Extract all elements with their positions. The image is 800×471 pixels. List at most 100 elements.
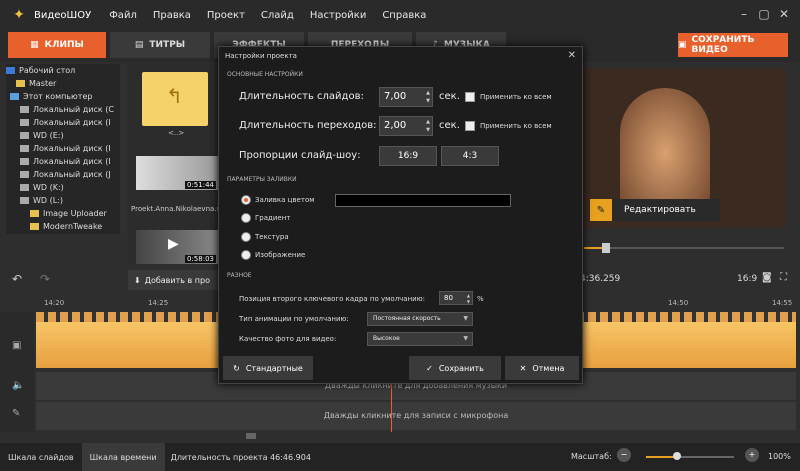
status-bar: Шкала слайдов Шкала времени Длительность… xyxy=(0,443,800,471)
cancel-button[interactable]: ✕ Отмена xyxy=(505,356,579,380)
tree-item[interactable]: WD (L:) xyxy=(6,194,126,207)
tree-item[interactable]: ModernTweake xyxy=(6,220,126,233)
menu-edit[interactable]: Правка xyxy=(153,10,191,21)
spin-arrows-icon[interactable]: ▲ ▼ xyxy=(467,293,470,305)
apply-all-slides-checkbox[interactable] xyxy=(465,92,475,102)
reset-icon: ↻ xyxy=(233,363,240,373)
ratio-16-9-button[interactable]: 16:9 xyxy=(379,146,437,166)
zoom-out-icon[interactable]: − xyxy=(617,448,631,462)
app-window: ✦ ВидеоШОУ Файл Правка Проект Слайд Наст… xyxy=(0,0,800,471)
clips-icon: ▦ xyxy=(30,40,39,50)
tab-time-timeline[interactable]: Шкала времени xyxy=(81,443,165,471)
menu-settings[interactable]: Настройки xyxy=(310,10,366,21)
zoom-slider-fill xyxy=(646,456,676,458)
edit-button[interactable]: ✎ Редактировать xyxy=(590,199,720,221)
maximize-icon[interactable]: ▢ xyxy=(756,7,772,21)
tab-time-timeline-label: Шкала времени xyxy=(89,452,157,462)
mic-track[interactable]: Дважды кликните для записи с микрофона xyxy=(36,402,796,430)
photo-quality-select[interactable]: Высокое ▼ xyxy=(367,332,473,346)
add-to-project-button[interactable]: ⬇ Добавить в про xyxy=(128,270,220,290)
close-icon[interactable]: ✕ xyxy=(776,7,792,21)
tree-item-label: WD (E:) xyxy=(33,131,64,140)
tree-item-label: Локальный диск (J xyxy=(33,170,111,179)
tree-item[interactable]: Локальный диск (C xyxy=(6,103,126,116)
aspect-ratio-label[interactable]: 16:9 xyxy=(737,274,757,284)
menu-project[interactable]: Проект xyxy=(207,10,245,21)
preview-scrub-progress xyxy=(584,247,604,249)
slide-duration-value: 7,00 xyxy=(384,91,407,102)
cancel-label: Отмена xyxy=(532,363,565,373)
fill-color-swatch[interactable] xyxy=(335,194,511,207)
tree-item[interactable]: WD (K:) xyxy=(6,181,126,194)
close-icon: ✕ xyxy=(519,363,527,373)
screenshot-icon[interactable]: ◙ xyxy=(762,272,772,283)
spin-arrows-icon[interactable]: ▲ ▼ xyxy=(426,118,430,134)
keyframe-label: Позиция второго ключевого кадра по умолч… xyxy=(239,295,425,303)
tree-scrollbar[interactable] xyxy=(120,64,126,234)
timeline-scroll-handle[interactable] xyxy=(246,433,256,439)
folder-tree: Рабочий стол Master Этот компьютер Локал… xyxy=(6,64,126,234)
chevron-down-icon: ▼ xyxy=(463,315,468,322)
fill-gradient-label: Градиент xyxy=(255,214,291,222)
check-icon: ✓ xyxy=(426,363,433,373)
ratio-4-3-label: 4:3 xyxy=(462,151,478,161)
menu-slide[interactable]: Слайд xyxy=(261,10,294,21)
ruler-tick: 14:25 xyxy=(148,299,169,307)
video-thumb[interactable]: ▶ 0:58:03 xyxy=(136,230,218,264)
animation-type-select[interactable]: Постоянная скорость ▼ xyxy=(367,312,473,326)
fill-image-radio[interactable] xyxy=(241,250,251,260)
tree-item-label: Локальный диск (I xyxy=(33,157,111,166)
tree-item[interactable]: Локальный диск (I xyxy=(6,116,126,129)
fill-gradient-radio[interactable] xyxy=(241,213,251,223)
save-button[interactable]: ✓ Сохранить xyxy=(409,356,501,380)
redo-icon[interactable]: ↷ xyxy=(40,272,50,286)
video-thumb[interactable]: 0:51:44 xyxy=(136,156,218,190)
tab-clips[interactable]: ▦ КЛИПЫ xyxy=(8,32,106,58)
tree-item-label: Master xyxy=(29,79,57,88)
ratio-16-9-label: 16:9 xyxy=(397,151,419,161)
keyframe-input[interactable]: 80 ▲ ▼ xyxy=(439,291,473,305)
preview-scrub-track[interactable] xyxy=(584,247,784,249)
minimize-icon[interactable]: – xyxy=(736,7,752,21)
transition-duration-input[interactable]: 2,00 ▲ ▼ xyxy=(379,116,433,136)
photo-quality-label: Качество фото для видео: xyxy=(239,335,337,343)
menu-file[interactable]: Файл xyxy=(109,10,137,21)
tree-item[interactable]: Master xyxy=(6,77,126,90)
save-video-button[interactable]: ▣ СОХРАНИТЬ ВИДЕО xyxy=(678,33,788,57)
tree-item[interactable]: Локальный диск (J xyxy=(6,168,126,181)
photo-quality-value: Высокое xyxy=(373,335,400,342)
fill-color-radio[interactable] xyxy=(241,195,251,205)
close-icon[interactable]: ✕ xyxy=(568,50,576,61)
undo-icon[interactable]: ↶ xyxy=(12,272,22,286)
ruler-tick: 14:55 xyxy=(772,299,793,307)
tree-item[interactable]: Image Uploader xyxy=(6,207,126,220)
timecode: 4:36.259 xyxy=(580,274,621,284)
save-video-label: СОХРАНИТЬ ВИДЕО xyxy=(691,35,755,55)
fill-texture-radio[interactable] xyxy=(241,232,251,242)
tree-item-label: Этот компьютер xyxy=(23,92,93,101)
tab-slide-timeline[interactable]: Шкала слайдов xyxy=(0,443,82,471)
download-icon: ⬇ xyxy=(134,275,141,285)
preview-scrub-handle[interactable] xyxy=(602,243,610,253)
tree-item[interactable]: WD (E:) xyxy=(6,129,126,142)
fill-color-label: Заливка цветом xyxy=(255,196,315,204)
tree-item[interactable]: Рабочий стол xyxy=(6,64,126,77)
zoom-handle[interactable] xyxy=(673,452,681,460)
ratio-4-3-button[interactable]: 4:3 xyxy=(441,146,499,166)
zoom-in-icon[interactable]: + xyxy=(745,448,759,462)
apply-all-transitions-checkbox[interactable] xyxy=(465,121,475,131)
tree-item[interactable]: Локальный диск (I xyxy=(6,155,126,168)
slide-duration-input[interactable]: 7,00 ▲ ▼ xyxy=(379,87,433,107)
tree-item[interactable]: Локальный диск (I xyxy=(6,142,126,155)
menu-help[interactable]: Справка xyxy=(382,10,426,21)
save-label: Сохранить xyxy=(438,363,484,373)
folder-up-thumb[interactable]: ↰ xyxy=(142,72,208,126)
tab-titles[interactable]: ▤ ТИТРЫ xyxy=(110,32,210,58)
defaults-button[interactable]: ↻ Стандартные xyxy=(223,356,313,380)
tab-titles-label: ТИТРЫ xyxy=(149,40,186,50)
fullscreen-icon[interactable]: ⛶ xyxy=(780,272,787,283)
percent-label: % xyxy=(477,295,484,303)
tree-item[interactable]: Этот компьютер xyxy=(6,90,126,103)
spin-arrows-icon[interactable]: ▲ ▼ xyxy=(426,89,430,105)
section-main-label: ОСНОВНЫЕ НАСТРОЙКИ xyxy=(227,71,303,78)
